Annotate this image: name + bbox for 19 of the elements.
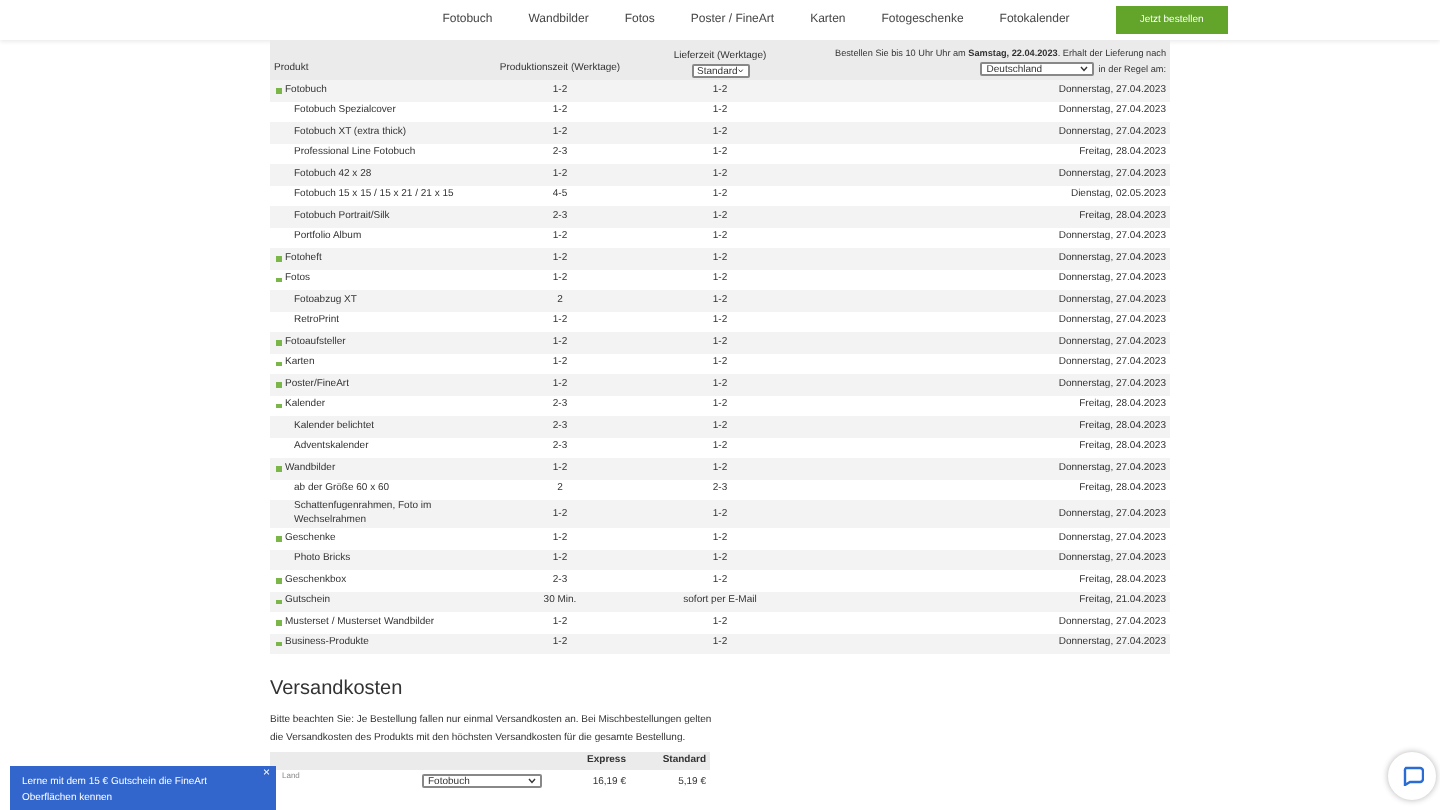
chevron-icon (528, 778, 536, 784)
bullet-icon (276, 578, 281, 583)
bullet-icon (276, 536, 281, 541)
bullet-icon (276, 88, 281, 93)
bullet-icon (276, 466, 281, 471)
bullet-icon (276, 382, 281, 387)
chat-icon (1401, 766, 1423, 786)
bullet-icon (276, 256, 281, 261)
chevron-icon (737, 68, 743, 74)
bullet-icon (276, 340, 281, 345)
chevron-icon (1080, 66, 1089, 72)
bullet-icon (276, 620, 281, 625)
chat-button[interactable] (1388, 752, 1436, 800)
section-title: Versandkosten (270, 678, 405, 700)
bullet-icon (276, 277, 281, 282)
bullet-icon (276, 403, 281, 408)
bullet-icon (276, 641, 281, 646)
bullet-icon (276, 361, 281, 366)
bullet-icon (276, 599, 281, 604)
